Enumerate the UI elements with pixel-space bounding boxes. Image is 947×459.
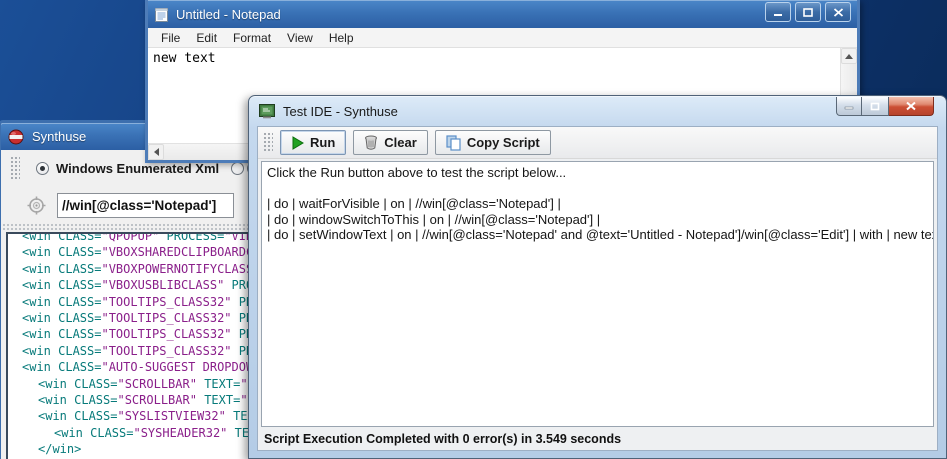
notepad-menubar: FileEditFormatViewHelp	[148, 28, 857, 48]
dotted-separator	[2, 223, 252, 232]
copy-script-button[interactable]: Copy Script	[435, 130, 551, 155]
notepad-app-icon	[155, 7, 168, 22]
menu-item-file[interactable]: File	[153, 29, 188, 47]
test-ide-window-controls	[836, 97, 934, 116]
test-ide-window-title: Test IDE - Synthuse	[283, 104, 398, 119]
run-button[interactable]: Run	[280, 130, 346, 155]
radio-selected-icon[interactable]	[36, 162, 49, 175]
synthuse-xpath-row	[1, 187, 253, 223]
minimize-button[interactable]	[836, 97, 862, 116]
copy-pages-icon	[446, 135, 461, 151]
xml-line[interactable]: <win CLASS="TOOLTIPS_CLASS32" PROCESS="E…	[8, 310, 252, 326]
xml-line[interactable]: <win CLASS="TOOLTIPS_CLASS32" PROCESS="E…	[8, 294, 252, 310]
menu-item-format[interactable]: Format	[225, 29, 279, 47]
notepad-window-title: Untitled - Notepad	[176, 7, 281, 22]
radio-unselected-icon[interactable]	[231, 162, 244, 175]
radio-windows-enumerated-xml[interactable]: Windows Enumerated Xml	[36, 161, 219, 176]
notepad-text-content[interactable]: new text	[148, 48, 857, 69]
copy-script-button-label: Copy Script	[467, 135, 540, 150]
menu-item-view[interactable]: View	[279, 29, 321, 47]
notepad-window-controls	[765, 2, 851, 22]
scroll-left-icon[interactable]	[148, 144, 164, 160]
xml-line[interactable]: </win>	[8, 441, 252, 457]
xml-line[interactable]: <win CLASS="TOOLTIPS_CLASS32" PROCESS="E…	[8, 326, 252, 342]
xml-line[interactable]: <win CLASS="QPOPUP" PROCESS="VIRTUALBOX.…	[8, 232, 252, 244]
minimize-button[interactable]	[765, 2, 791, 22]
scroll-up-icon[interactable]	[841, 48, 857, 64]
notepad-titlebar[interactable]: Untitled - Notepad	[148, 0, 857, 28]
xml-line[interactable]: <win CLASS="SCROLLBAR" TEXT="" cl	[8, 392, 252, 408]
xml-line[interactable]: <win CLASS="AUTO-SUGGEST DROPDOWN" TEXT=	[8, 359, 252, 375]
menu-item-help[interactable]: Help	[321, 29, 362, 47]
xml-content: <win CLASS="QPOPUP" PROCESS="VIRTUALBOX.…	[8, 232, 252, 459]
xml-line[interactable]: <win CLASS="SCROLLBAR" TEXT="" cl	[8, 376, 252, 392]
trash-icon	[364, 135, 378, 150]
test-ide-window: Test IDE - Synthuse Run	[248, 95, 947, 459]
clear-button[interactable]: Clear	[353, 130, 428, 155]
xml-line[interactable]: <win CLASS="SYSLISTVIEW32" TEXT=""	[8, 408, 252, 424]
xml-line[interactable]: <win CLASS="SYSHEADER32" TEXT=""	[8, 425, 252, 441]
status-bar: Script Execution Completed with 0 error(…	[261, 429, 934, 449]
test-ide-content: Run Clear Copy Script	[257, 126, 938, 451]
xml-line[interactable]: <win CLASS="VBOXUSBLIBCLASS" PROCESS="VB…	[8, 277, 252, 293]
run-button-label: Run	[310, 135, 335, 150]
clear-button-label: Clear	[384, 135, 417, 150]
menu-item-edit[interactable]: Edit	[188, 29, 225, 47]
maximize-button[interactable]	[795, 2, 821, 22]
run-play-icon	[291, 136, 304, 150]
synthuse-app-icon	[8, 129, 24, 145]
test-ide-app-icon	[259, 104, 275, 119]
radio-label: Windows Enumerated Xml	[56, 161, 219, 176]
synthuse-window: Synthuse Windows Enumerated Xml <win CLA…	[0, 120, 256, 459]
test-ide-toolbar: Run Clear Copy Script	[258, 127, 937, 159]
xml-line[interactable]: <win CLASS="TOOLTIPS_CLASS32" PROCESS="E…	[8, 343, 252, 359]
xml-tree-panel[interactable]: <win CLASS="QPOPUP" PROCESS="VIRTUALBOX.…	[6, 232, 254, 459]
toolbar-grip-handle[interactable]	[263, 132, 273, 153]
close-button[interactable]	[825, 2, 851, 22]
close-button[interactable]	[889, 97, 934, 116]
xpath-input[interactable]	[57, 193, 234, 218]
script-area[interactable]: Click the Run button above to test the s…	[261, 161, 934, 427]
crosshair-target-icon[interactable]	[27, 196, 46, 215]
maximize-button[interactable]	[862, 97, 889, 116]
xml-line[interactable]: <win CLASS="VBOXSHAREDCLIPBOARDCLASS" PR…	[8, 244, 252, 260]
xml-line[interactable]: <win CLASS="VBOXPOWERNOTIFYCLASS" PROCES…	[8, 261, 252, 277]
toolbar-grip-handle[interactable]	[10, 156, 20, 181]
synthuse-window-title: Synthuse	[32, 129, 86, 144]
